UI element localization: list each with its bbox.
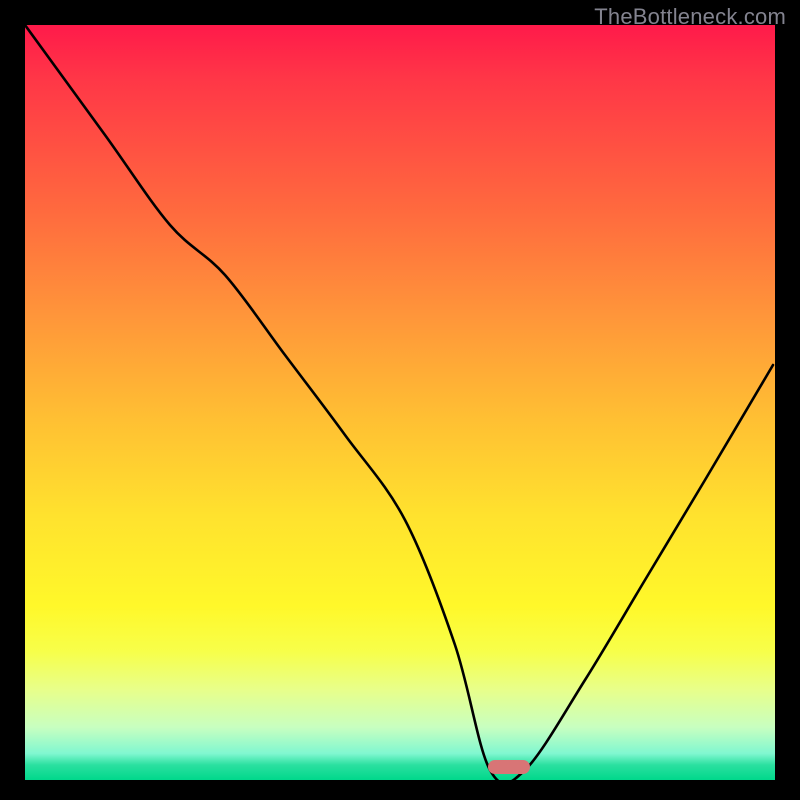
- watermark-text: TheBottleneck.com: [594, 4, 786, 30]
- optimal-marker: [488, 760, 530, 774]
- bottleneck-line: [25, 25, 775, 780]
- curve-path: [25, 25, 773, 780]
- chart-plot-area: [25, 25, 775, 780]
